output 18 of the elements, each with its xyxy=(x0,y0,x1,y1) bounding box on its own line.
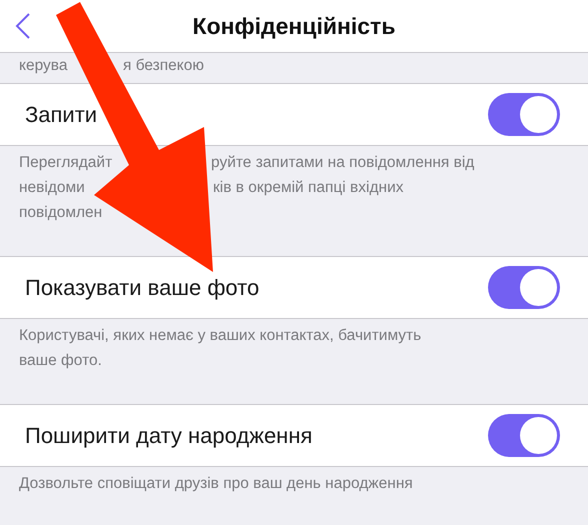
setting-label: Запити xyxy=(25,102,98,128)
description-text: ків в окремій папці вхідних xyxy=(213,178,404,198)
toggle-switch[interactable] xyxy=(488,414,560,457)
setting-label: Поширити дату народження xyxy=(25,422,312,448)
description-text: Користувачі, яких немає у ваших контактах, бачитимуть xyxy=(19,326,422,346)
description-text: керува xyxy=(19,56,68,76)
description-text: я безпекою xyxy=(123,56,206,76)
back-icon[interactable] xyxy=(14,12,32,40)
description-text: ваше фото. xyxy=(19,351,103,371)
description-text: повідомлен xyxy=(19,203,104,223)
description-text: невідоми xyxy=(19,178,86,198)
toggle-switch[interactable] xyxy=(488,266,560,309)
description-text: Переглядайт xyxy=(19,153,114,173)
description-text: руйте запитами на повідомлення від xyxy=(211,153,476,173)
description-text: Дозвольте сповіщати друзів про ваш день народження xyxy=(19,474,414,494)
setting-label: Показувати ваше фото xyxy=(25,274,260,300)
toggle-switch[interactable] xyxy=(488,93,560,136)
screen-title: Конфіденційність xyxy=(192,12,396,40)
